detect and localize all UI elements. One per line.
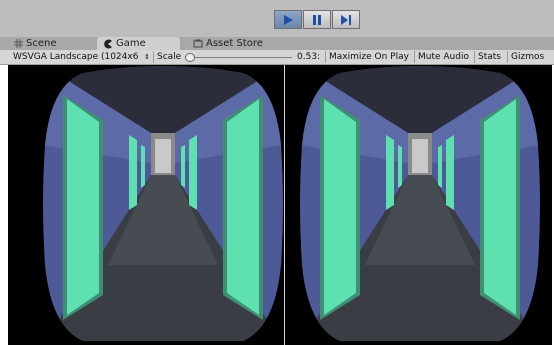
toolbar: [0, 0, 554, 37]
tab-scene[interactable]: Scene: [14, 37, 57, 50]
scale-slider-handle[interactable]: [185, 53, 195, 62]
scene-grid-icon: [14, 39, 23, 48]
divider: [153, 51, 154, 63]
eye-divider: [284, 65, 285, 345]
divider: [325, 51, 326, 63]
step-icon: [341, 14, 351, 25]
asset-store-icon: [193, 39, 203, 48]
pause-icon: [313, 14, 321, 25]
game-pacman-icon: [104, 39, 112, 48]
scale-label: Scale: [157, 52, 182, 62]
stats-toggle[interactable]: Stats: [478, 50, 501, 64]
game-view-bar: WSVGA Landscape (1024x6 ⇕ Scale 0.53: Ma…: [0, 50, 554, 65]
play-button[interactable]: [274, 10, 302, 29]
dropdown-arrows-icon: ⇕: [144, 53, 150, 61]
step-button[interactable]: [332, 10, 360, 29]
play-controls: [274, 10, 360, 30]
mute-audio-toggle[interactable]: Mute Audio: [418, 50, 469, 64]
game-viewport[interactable]: [8, 65, 552, 345]
scale-slider[interactable]: [190, 57, 292, 58]
divider: [507, 51, 508, 63]
gizmos-dropdown[interactable]: Gizmos: [511, 50, 544, 64]
tab-game-label: Game: [116, 38, 146, 49]
play-icon: [284, 14, 293, 25]
tab-strip: Scene Game Asset Store: [0, 37, 554, 50]
scale-value: 0.53:: [297, 52, 321, 62]
tab-scene-label: Scene: [26, 38, 57, 49]
maximize-on-play-toggle[interactable]: Maximize On Play: [329, 50, 409, 64]
tab-game[interactable]: Game: [97, 37, 180, 50]
divider: [474, 51, 475, 63]
pause-button[interactable]: [303, 10, 331, 29]
divider: [414, 51, 415, 63]
tab-asset-store[interactable]: Asset Store: [193, 37, 263, 50]
left-eye-view: [43, 66, 283, 341]
tab-asset-store-label: Asset Store: [206, 38, 263, 49]
resolution-dropdown[interactable]: WSVGA Landscape (1024x6: [13, 50, 138, 64]
right-eye-view: [300, 66, 540, 341]
